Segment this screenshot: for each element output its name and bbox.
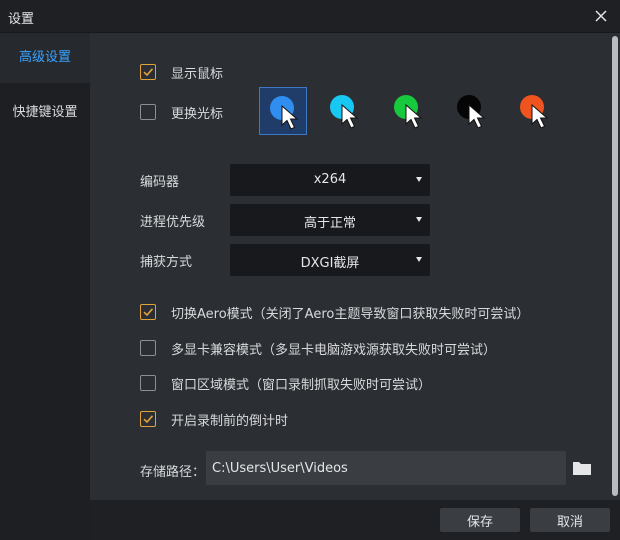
folder-icon bbox=[573, 462, 591, 475]
aero-mode-option[interactable]: 切换Aero模式（关闭了Aero主题导致窗口获取失败时可尝试） bbox=[140, 303, 530, 322]
multi-gpu-label: 多显卡兼容模式（多显卡电脑游戏源获取失败时可尝试） bbox=[171, 342, 497, 358]
capture-method-value: DXGI截屏 bbox=[300, 256, 360, 271]
close-icon bbox=[595, 10, 607, 22]
sidebar-item-hotkey-settings[interactable]: 快捷键设置 bbox=[0, 88, 90, 138]
cursor-orange-icon bbox=[520, 95, 549, 129]
multi-gpu-option[interactable]: 多显卡兼容模式（多显卡电脑游戏源获取失败时可尝试） bbox=[140, 339, 497, 358]
aero-mode-label: 切换Aero模式（关闭了Aero主题导致窗口获取失败时可尝试） bbox=[171, 306, 530, 322]
cursor-style-orange[interactable] bbox=[510, 87, 558, 135]
capture-method-label: 捕获方式 bbox=[140, 255, 193, 270]
cursor-style-blue[interactable] bbox=[259, 87, 307, 135]
priority-value: 高于正常 bbox=[303, 216, 356, 231]
browse-folder-button[interactable] bbox=[572, 460, 592, 476]
title-bar: 设置 bbox=[0, 0, 620, 33]
storage-path-label: 存储路径： bbox=[140, 465, 206, 480]
cursor-style-cyan[interactable] bbox=[320, 87, 368, 135]
show-mouse-label: 显示鼠标 bbox=[171, 66, 224, 82]
sidebar-item-advanced-settings[interactable]: 高级设置 bbox=[0, 33, 90, 83]
cursor-green-icon bbox=[394, 95, 423, 129]
countdown-checkbox[interactable] bbox=[140, 411, 156, 427]
checkmark-icon bbox=[143, 68, 154, 77]
window-region-label: 窗口区域模式（窗口录制抓取失败时可尝试） bbox=[171, 377, 432, 393]
change-cursor-option[interactable]: 更换光标 bbox=[140, 103, 224, 122]
aero-mode-checkbox[interactable] bbox=[140, 304, 156, 320]
encoder-label: 编码器 bbox=[140, 175, 180, 190]
caret-down-icon bbox=[416, 217, 422, 222]
cursor-blue-icon bbox=[270, 96, 299, 130]
cursor-cyan-icon bbox=[330, 95, 359, 129]
window-region-checkbox[interactable] bbox=[140, 375, 156, 391]
priority-label: 进程优先级 bbox=[140, 215, 206, 230]
capture-method-select[interactable]: DXGI截屏 bbox=[230, 244, 430, 276]
priority-select[interactable]: 高于正常 bbox=[230, 204, 430, 236]
save-button[interactable]: 保存 bbox=[440, 508, 520, 532]
countdown-label: 开启录制前的倒计时 bbox=[171, 413, 289, 429]
change-cursor-checkbox[interactable] bbox=[140, 104, 156, 120]
window-title: 设置 bbox=[8, 12, 35, 27]
caret-down-icon bbox=[416, 177, 422, 182]
cancel-button[interactable]: 取消 bbox=[530, 508, 610, 532]
window-region-option[interactable]: 窗口区域模式（窗口录制抓取失败时可尝试） bbox=[140, 374, 432, 393]
multi-gpu-checkbox[interactable] bbox=[140, 340, 156, 356]
caret-down-icon bbox=[416, 257, 422, 262]
cursor-black-icon bbox=[457, 95, 486, 129]
storage-path-input[interactable] bbox=[206, 451, 566, 485]
encoder-value: x264 bbox=[313, 172, 347, 187]
show-mouse-checkbox[interactable] bbox=[140, 64, 156, 80]
cursor-style-black[interactable] bbox=[447, 87, 495, 135]
checkmark-icon bbox=[143, 415, 154, 424]
checkmark-icon bbox=[143, 308, 154, 317]
close-button[interactable] bbox=[592, 7, 610, 25]
show-mouse-option[interactable]: 显示鼠标 bbox=[140, 63, 224, 82]
cursor-style-green[interactable] bbox=[384, 87, 432, 135]
sidebar: 高级设置 快捷键设置 bbox=[0, 33, 90, 540]
countdown-option[interactable]: 开启录制前的倒计时 bbox=[140, 410, 289, 429]
encoder-select[interactable]: x264 bbox=[230, 164, 430, 196]
change-cursor-label: 更换光标 bbox=[171, 106, 224, 122]
scrollbar-thumb[interactable] bbox=[612, 36, 618, 496]
